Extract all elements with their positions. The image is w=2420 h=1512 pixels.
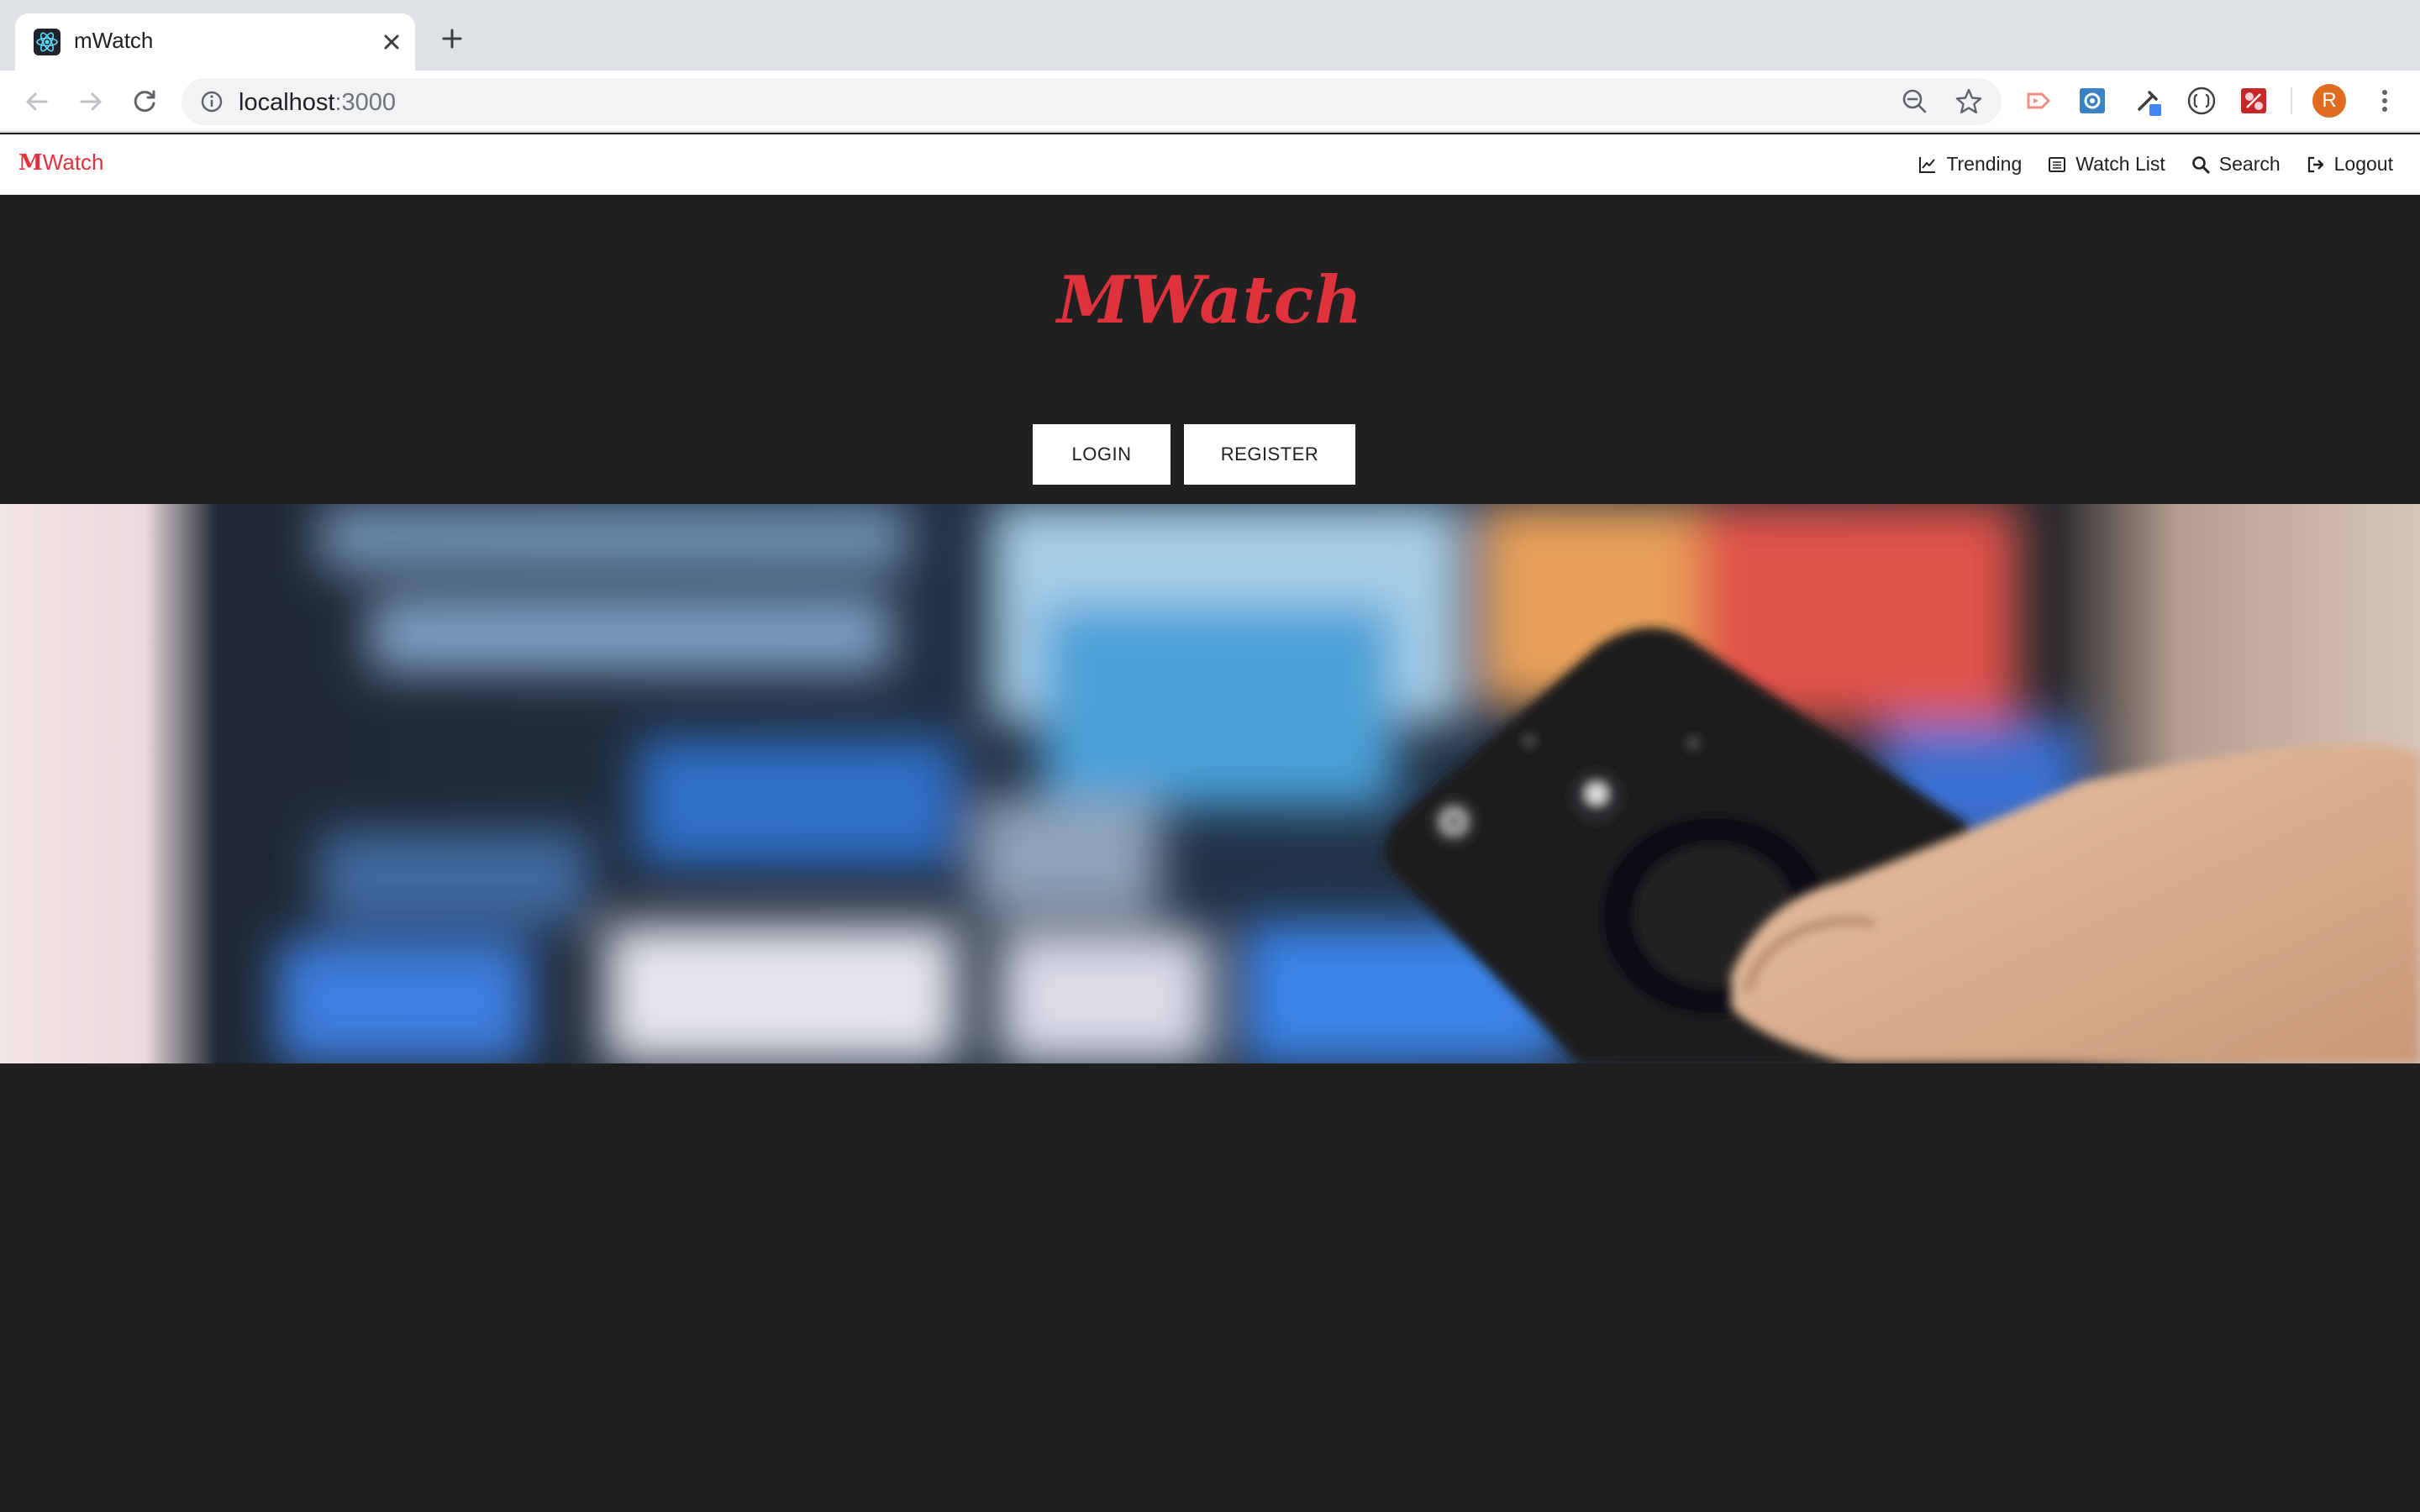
nav-logout[interactable]: Logout: [2306, 153, 2393, 176]
back-arrow-icon[interactable]: [18, 83, 55, 120]
browser-toolbar: localhost:3000: [0, 71, 2420, 133]
brand-link[interactable]: MWatch: [18, 150, 104, 176]
nav-search-label: Search: [2218, 153, 2281, 175]
url-port: :3000: [334, 89, 397, 116]
forward-arrow-icon[interactable]: [72, 83, 109, 120]
brand-rest: Watch: [42, 150, 104, 175]
extension-cast-icon[interactable]: [2022, 84, 2055, 118]
url-host: localhost: [239, 89, 335, 116]
zoom-out-icon[interactable]: [1899, 86, 1931, 118]
auth-buttons: LOGIN REGISTER: [0, 424, 2420, 485]
new-tab-plus-icon[interactable]: [435, 22, 469, 55]
nav-search[interactable]: Search: [2191, 153, 2281, 176]
react-favicon-icon: [34, 29, 60, 55]
toolbar-separator: [2291, 87, 2292, 114]
close-icon[interactable]: [375, 25, 408, 59]
reload-icon[interactable]: [126, 83, 163, 120]
extension-red-grid-icon[interactable]: [2237, 84, 2270, 118]
bookmark-star-icon[interactable]: [1953, 86, 1985, 118]
extension-eyedropper-icon[interactable]: [2131, 84, 2165, 118]
nav-trending-label: Trending: [1946, 153, 2023, 175]
extension-blue-square-icon[interactable]: [2075, 84, 2109, 118]
browser-tab-strip: mWatch: [0, 0, 2420, 71]
search-icon: [2191, 155, 2211, 175]
list-icon: [2047, 155, 2067, 175]
profile-avatar[interactable]: R: [2312, 84, 2346, 118]
hero-section: MWatch LOGIN REGISTER: [0, 195, 2420, 504]
tab-title: mWatch: [74, 28, 154, 53]
site-info-icon[interactable]: [198, 88, 225, 115]
nav-watch-list[interactable]: Watch List: [2047, 153, 2165, 176]
hero-banner-image: [0, 504, 2420, 1063]
chart-icon: [1918, 155, 1938, 175]
app-navbar: MWatch Trending Watch List Search Logout: [0, 134, 2420, 195]
more-menu-icon[interactable]: [2368, 84, 2402, 118]
logout-icon: [2306, 155, 2326, 175]
extension-braces-icon[interactable]: [2185, 84, 2218, 118]
nav-links: Trending Watch List Search Logout: [1918, 153, 2393, 176]
hero-logo: MWatch: [1057, 262, 1363, 339]
brand-m: M: [18, 150, 43, 176]
nav-logout-label: Logout: [2333, 153, 2393, 175]
login-button[interactable]: LOGIN: [1033, 424, 1171, 485]
nav-trending[interactable]: Trending: [1918, 153, 2022, 176]
nav-watch-list-label: Watch List: [2075, 153, 2165, 175]
address-bar[interactable]: localhost:3000: [182, 78, 2002, 125]
page-footer-area: [0, 1063, 2420, 1512]
register-button[interactable]: REGISTER: [1184, 424, 1355, 485]
url-text: localhost:3000: [239, 89, 396, 117]
browser-tab[interactable]: mWatch: [15, 13, 415, 71]
